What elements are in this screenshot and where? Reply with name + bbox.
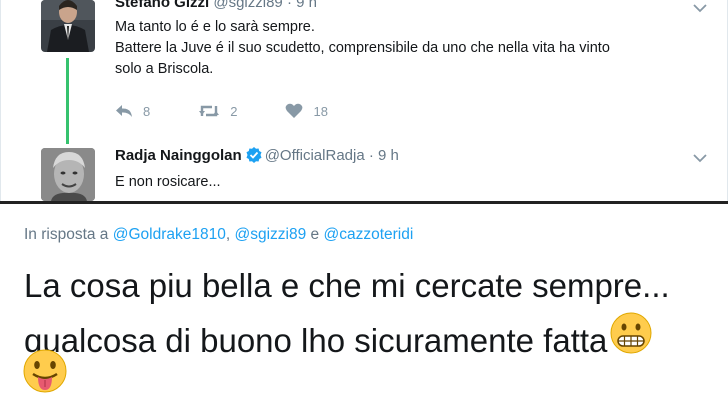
tweet1-separator: ·	[286, 0, 292, 11]
verified-badge-icon	[246, 147, 262, 167]
tweet2-author-handle[interactable]: @OfficialRadja	[265, 147, 365, 164]
tweet2-text: E non rosicare...	[115, 174, 221, 190]
mention-link[interactable]: @sgizzi89	[234, 226, 306, 243]
grimacing-face-emoji	[609, 311, 653, 369]
reply-comma: ,	[225, 226, 231, 243]
retweet-count: 2	[230, 103, 238, 119]
reply-text-line: qualcosa di buono lho sicuramente fatta	[24, 321, 608, 359]
mention-link[interactable]: @cazzoteridi	[323, 226, 413, 243]
tongue-face-emoji	[22, 348, 68, 399]
mention-link[interactable]: @Goldrake1810	[113, 226, 226, 243]
chevron-down-icon[interactable]	[693, 150, 707, 168]
reply-icon	[116, 105, 132, 117]
stefano-avatar[interactable]	[41, 0, 95, 52]
reply-button[interactable]: 8	[115, 104, 150, 119]
retweet-button[interactable]: 2	[198, 104, 237, 119]
tweet2-author-name[interactable]: Radja Nainggolan	[115, 147, 242, 164]
tweet-thread-panel: Stefano Gizzi @sgizzi89 · 9 h Ma tanto l…	[0, 0, 728, 201]
reply-tweet-text: La cosa piu bella e che mi cercate sempr…	[24, 260, 670, 369]
retweet-icon	[199, 105, 220, 117]
chevron-down-icon[interactable]	[693, 0, 707, 18]
reply-context: In risposta a @Goldrake1810, @sgizzi89 e…	[24, 226, 413, 244]
tweet1-actions: 8 2 18	[115, 100, 376, 122]
reply-text-line: La cosa piu bella e che mi cercate sempr…	[24, 267, 670, 304]
tweet1-line: solo a Briscola.	[115, 61, 214, 77]
tweet1-line: Battere la Juve é il suo scudetto, compr…	[115, 40, 610, 56]
tweet1-header: Stefano Gizzi @sgizzi89 · 9 h	[115, 0, 317, 11]
reply-and: e	[310, 226, 320, 243]
tweet1-author-handle[interactable]: @sgizzi89	[213, 0, 282, 11]
tweet1-text: Ma tanto lo é e lo sarà sempre. Battere …	[115, 17, 610, 80]
tweet2-header: Radja Nainggolan @OfficialRadja · 9 h	[115, 147, 399, 167]
thread-connector-line	[66, 58, 69, 144]
tweet1-line: Ma tanto lo é e lo sarà sempre.	[115, 19, 315, 35]
reply-count: 8	[143, 103, 151, 119]
tweet1-author-name[interactable]: Stefano Gizzi	[115, 0, 209, 11]
radja-avatar[interactable]	[41, 148, 95, 201]
reply-text-line-2: qualcosa di buono lho sicuramente fatta	[24, 311, 670, 369]
like-count: 18	[313, 103, 328, 119]
tweet1-timestamp[interactable]: 9 h	[296, 0, 317, 11]
tweet2-timestamp[interactable]: 9 h	[378, 147, 399, 164]
like-button[interactable]: 18	[285, 103, 328, 119]
reply-prefix: In risposta a	[24, 226, 109, 243]
tweet2-separator: ·	[368, 147, 374, 164]
heart-icon	[286, 103, 303, 118]
